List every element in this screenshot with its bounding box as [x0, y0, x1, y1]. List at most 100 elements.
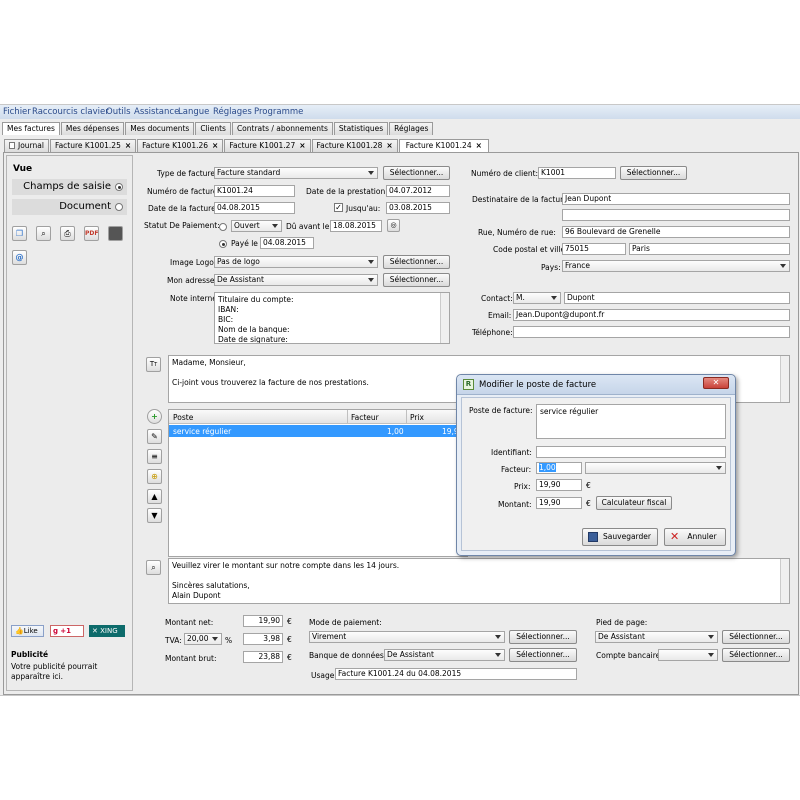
doc-tab-k1001-26[interactable]: Facture K1001.26 × [137, 139, 224, 152]
database-icon[interactable]: ≡ [147, 449, 162, 464]
unit-select[interactable] [585, 462, 726, 474]
tab-mes-depenses[interactable]: Mes dépenses [60, 122, 125, 135]
col-facteur-header[interactable]: Facteur [351, 413, 379, 422]
logo-select-button[interactable]: Sélectionner... [383, 255, 450, 269]
menu-langue[interactable]: Langue [178, 107, 209, 117]
view-option-champs-radio[interactable] [115, 183, 123, 191]
type-select-button[interactable]: Sélectionner... [383, 166, 450, 180]
closing-scrollbar[interactable] [780, 559, 789, 603]
banque-button[interactable]: Sélectionner... [509, 648, 577, 662]
compte-bancaire-button[interactable]: Sélectionner... [722, 648, 790, 662]
code-postal-field[interactable]: 75015 [562, 243, 626, 255]
doc-tab-k1001-28[interactable]: Facture K1001.28 × [311, 139, 398, 152]
usage-field[interactable]: Facture K1001.24 du 04.08.2015 [335, 668, 577, 680]
menu-raccourcis[interactable]: Raccourcis clavier [32, 107, 109, 117]
menu-reglages[interactable]: Réglages [213, 107, 252, 117]
table-row[interactable]: service régulier 1,00 19,90 [169, 425, 467, 437]
statut-paye-radio[interactable] [219, 240, 227, 248]
calculateur-fiscal-button[interactable]: Calculateur fiscal [596, 496, 672, 510]
tab-reglages[interactable]: Réglages [389, 122, 434, 135]
print-icon[interactable]: ⎙ [60, 226, 75, 241]
pied-page-button[interactable]: Sélectionner... [722, 630, 790, 644]
add-item-icon[interactable]: + [147, 409, 162, 424]
pdf-icon[interactable]: PDF [84, 226, 99, 241]
jusqu-checkbox[interactable]: ✓ [334, 203, 343, 212]
menu-outils[interactable]: Outils [106, 107, 131, 117]
pays-select[interactable]: France [562, 260, 790, 272]
intro-scrollbar[interactable] [780, 356, 789, 402]
du-avant-field[interactable]: 18.08.2015 [330, 220, 382, 232]
facteur-field[interactable]: 1,00 [536, 462, 582, 474]
copy-icon[interactable]: ❐ [12, 226, 27, 241]
compte-bancaire-select[interactable] [658, 649, 718, 661]
tab-clients[interactable]: Clients [195, 122, 231, 135]
banque-select[interactable]: De Assistant [384, 649, 505, 661]
view-option-champs[interactable]: Champs de saisie [12, 179, 127, 195]
destinataire-field-2[interactable] [562, 209, 790, 221]
tva-rate-select[interactable]: 20,00 [184, 633, 222, 645]
mode-paiement-button[interactable]: Sélectionner... [509, 630, 577, 644]
move-down-icon[interactable]: ▼ [147, 508, 162, 523]
text-format-icon[interactable]: TT [146, 357, 161, 372]
doc-tab-k1001-27[interactable]: Facture K1001.27 × [224, 139, 311, 152]
tab-statistiques[interactable]: Statistiques [333, 122, 389, 135]
adresse-select-button[interactable]: Sélectionner... [383, 273, 450, 287]
statut-select[interactable]: Ouvert [231, 220, 282, 232]
doc-tab-k1001-25[interactable]: Facture K1001.25 × [49, 139, 137, 152]
rue-field[interactable]: 96 Boulevard de Grenelle [562, 226, 790, 238]
date-facture-field[interactable]: 04.08.2015 [214, 202, 295, 214]
doc-tab-k1001-24[interactable]: Facture K1001.24 × [398, 139, 489, 152]
jusqu-field[interactable]: 03.08.2015 [386, 202, 450, 214]
col-poste-header[interactable]: Poste [173, 413, 193, 422]
client-select-button[interactable]: Sélectionner... [620, 166, 687, 180]
email-icon[interactable]: @ [12, 250, 27, 265]
move-up-icon[interactable]: ▲ [147, 489, 162, 504]
tab-mes-factures[interactable]: Mes factures [2, 122, 60, 135]
calendar-icon[interactable]: ◎ [387, 219, 400, 232]
search-icon[interactable]: ⌕ [36, 226, 51, 241]
adresse-select[interactable]: De Assistant [214, 274, 378, 286]
logo-select[interactable]: Pas de logo [214, 256, 378, 268]
montant-field[interactable]: 19,90 [536, 497, 582, 509]
contact-field[interactable]: Dupont [564, 292, 790, 304]
civilite-select[interactable]: M. [513, 292, 561, 304]
facebook-like-button[interactable]: 👍Like [11, 625, 44, 637]
col-prix-header[interactable]: Prix [410, 413, 424, 422]
note-textarea[interactable]: Titulaire du compte: IBAN: BIC: Nom de l… [214, 292, 450, 344]
menu-programme[interactable]: Programme [254, 107, 303, 117]
doc-tab-journal[interactable]: Journal [4, 139, 49, 152]
menu-fichier[interactable]: Fichier [3, 107, 31, 117]
view-option-document-radio[interactable] [115, 203, 123, 211]
poste-textarea[interactable]: service régulier [536, 404, 726, 439]
search-icon[interactable]: ⌕ [146, 560, 161, 575]
paye-field[interactable]: 04.08.2015 [260, 237, 314, 249]
edit-item-icon[interactable]: ✎ [147, 429, 162, 444]
identifiant-field[interactable] [536, 446, 726, 458]
mode-paiement-select[interactable]: Virement [309, 631, 505, 643]
numero-facture-field[interactable]: K1001.24 [214, 185, 295, 197]
save-button[interactable]: Sauvegarder [582, 528, 658, 546]
close-icon[interactable]: ✕ [703, 377, 729, 389]
prix-field[interactable]: 19,90 [536, 479, 582, 491]
note-scrollbar[interactable] [440, 293, 449, 343]
xing-button[interactable]: ✕ XING [89, 625, 125, 637]
pied-page-select[interactable]: De Assistant [595, 631, 718, 643]
ville-field[interactable]: Paris [629, 243, 790, 255]
tab-mes-documents[interactable]: Mes documents [125, 122, 195, 135]
close-tab-icon[interactable]: × [386, 141, 392, 150]
menu-assistance[interactable]: Assistance [134, 107, 179, 117]
add-from-db-icon[interactable]: ⊕ [147, 469, 162, 484]
client-numero-field[interactable]: K1001 [538, 167, 616, 179]
type-select[interactable]: Facture standard [214, 167, 378, 179]
telephone-field[interactable] [513, 326, 790, 338]
close-tab-icon[interactable]: × [125, 141, 131, 150]
close-tab-icon[interactable]: × [212, 141, 218, 150]
close-tab-icon[interactable]: × [299, 141, 305, 150]
date-prestation-field[interactable]: 04.07.2012 [386, 185, 450, 197]
dialog-titlebar[interactable]: R Modifier le poste de facture ✕ [457, 375, 735, 395]
tab-contrats[interactable]: Contrats / abonnements [231, 122, 333, 135]
closing-textarea[interactable]: Veuillez virer le montant sur notre comp… [168, 558, 790, 604]
statut-ouvert-radio[interactable] [219, 223, 227, 231]
cancel-button[interactable]: ✕ Annuler [664, 528, 726, 546]
save-disk-icon[interactable] [108, 226, 123, 241]
